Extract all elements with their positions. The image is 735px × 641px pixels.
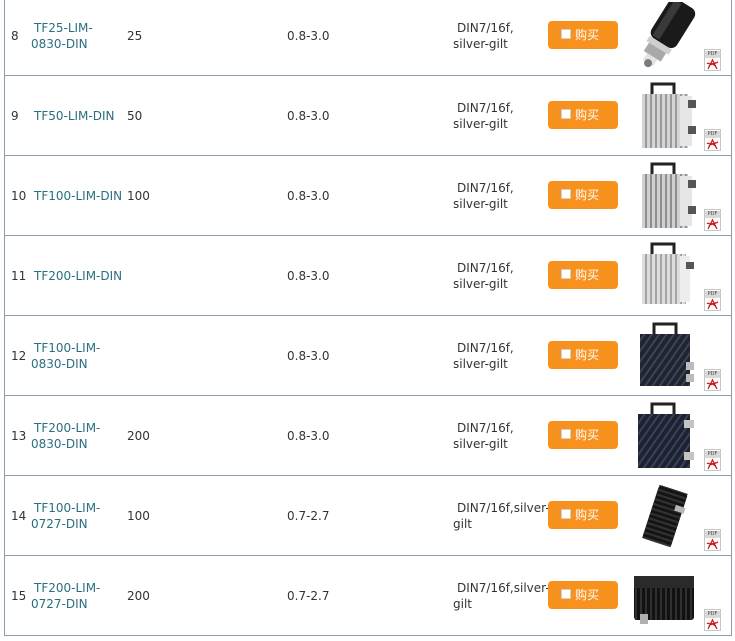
buy-button[interactable]: 购买: [548, 421, 618, 449]
table-row: 15 TF200-LIM- 0727-DIN 200 0.7-2.7 DIN7/1…: [5, 556, 731, 636]
buy-button[interactable]: 购买: [548, 101, 618, 129]
frequency-value: 0.8-3.0: [287, 29, 330, 43]
row-number: 14: [11, 509, 27, 523]
connector-value: DIN7/16f,silver-gilt: [453, 261, 514, 291]
checkbox-icon: [561, 429, 571, 439]
buy-button[interactable]: 购买: [548, 261, 618, 289]
product-image[interactable]: [630, 82, 700, 150]
pdf-icon[interactable]: PDF: [704, 209, 721, 231]
pdf-icon[interactable]: PDF: [704, 49, 721, 71]
power-value: 100: [127, 189, 150, 203]
checkbox-icon: [561, 29, 571, 39]
model-link[interactable]: TF100-LIM- 0727-DIN: [31, 500, 127, 532]
model-link[interactable]: TF50-LIM-DIN: [31, 108, 127, 124]
buy-button[interactable]: 购买: [548, 341, 618, 369]
table-row: 10 TF100-LIM-DIN 100 0.8-3.0 DIN7/16f, si…: [5, 156, 731, 236]
frequency-value: 0.8-3.0: [287, 349, 330, 363]
power-value: 50: [127, 109, 143, 123]
connector-value: DIN7/16f,silver-gilt: [453, 101, 514, 131]
row-number: 15: [11, 589, 27, 603]
product-image[interactable]: [630, 482, 700, 550]
product-image[interactable]: [630, 562, 700, 630]
pdf-icon[interactable]: PDF: [704, 129, 721, 151]
row-number: 10: [11, 189, 27, 203]
checkbox-icon: [561, 269, 571, 279]
pdf-icon[interactable]: PDF: [704, 449, 721, 471]
connector-value: DIN7/16f,silver-gilt: [453, 21, 514, 51]
table-row: 14 TF100-LIM- 0727-DIN 100 0.7-2.7 DIN7/1…: [5, 476, 731, 556]
frequency-value: 0.7-2.7: [287, 589, 330, 603]
product-image[interactable]: [630, 402, 700, 470]
frequency-value: 0.8-3.0: [287, 109, 330, 123]
table-row: 8 TF25-LIM- 0830-DIN 25 0.8-3.0 DIN7/16f,…: [5, 0, 731, 76]
row-number: 13: [11, 429, 27, 443]
table-row: 12 TF100-LIM- 0830-DIN 0.8-3.0 DIN7/16f, s…: [5, 316, 731, 396]
row-number: 12: [11, 349, 27, 363]
power-value: 200: [127, 589, 150, 603]
buy-button[interactable]: 购买: [548, 581, 618, 609]
buy-button[interactable]: 购买: [548, 21, 618, 49]
checkbox-icon: [561, 189, 571, 199]
product-image[interactable]: [630, 242, 700, 310]
pdf-icon[interactable]: PDF: [704, 289, 721, 311]
model-link[interactable]: TF200-LIM- 0727-DIN: [31, 580, 127, 612]
model-link[interactable]: TF100-LIM- 0830-DIN: [31, 340, 127, 372]
checkbox-icon: [561, 509, 571, 519]
product-table: 8 TF25-LIM- 0830-DIN 25 0.8-3.0 DIN7/16f,…: [4, 0, 732, 636]
table-row: 11 TF200-LIM-DIN 0.8-3.0 DIN7/16f, silver…: [5, 236, 731, 316]
model-link[interactable]: TF100-LIM-DIN: [31, 188, 127, 204]
model-link[interactable]: TF200-LIM-DIN: [31, 268, 127, 284]
connector-value: DIN7/16f,silver-gilt: [453, 181, 514, 211]
table-row: 13 TF200-LIM- 0830-DIN 200 0.8-3.0 DIN7/1…: [5, 396, 731, 476]
frequency-value: 0.8-3.0: [287, 429, 330, 443]
buy-button[interactable]: 购买: [548, 501, 618, 529]
checkbox-icon: [561, 589, 571, 599]
power-value: 200: [127, 429, 150, 443]
connector-value: DIN7/16f,silver-gilt: [453, 501, 550, 531]
row-number: 9: [11, 109, 19, 123]
power-value: 25: [127, 29, 143, 43]
checkbox-icon: [561, 349, 571, 359]
pdf-icon[interactable]: PDF: [704, 529, 721, 551]
row-number: 8: [11, 29, 19, 43]
model-link[interactable]: TF200-LIM- 0830-DIN: [31, 420, 127, 452]
table-row: 9 TF50-LIM-DIN 50 0.8-3.0 DIN7/16f, silve…: [5, 76, 731, 156]
pdf-icon[interactable]: PDF: [704, 609, 721, 631]
frequency-value: 0.8-3.0: [287, 189, 330, 203]
product-image[interactable]: [630, 322, 700, 390]
product-image[interactable]: [630, 0, 700, 70]
connector-value: DIN7/16f,silver-gilt: [453, 341, 514, 371]
connector-value: DIN7/16f,silver-gilt: [453, 581, 550, 611]
connector-value: DIN7/16f,silver-gilt: [453, 421, 514, 451]
pdf-icon[interactable]: PDF: [704, 369, 721, 391]
checkbox-icon: [561, 109, 571, 119]
power-value: 100: [127, 509, 150, 523]
frequency-value: 0.7-2.7: [287, 509, 330, 523]
buy-button[interactable]: 购买: [548, 181, 618, 209]
frequency-value: 0.8-3.0: [287, 269, 330, 283]
product-image[interactable]: [630, 162, 700, 230]
row-number: 11: [11, 269, 27, 283]
model-link[interactable]: TF25-LIM- 0830-DIN: [31, 20, 127, 52]
